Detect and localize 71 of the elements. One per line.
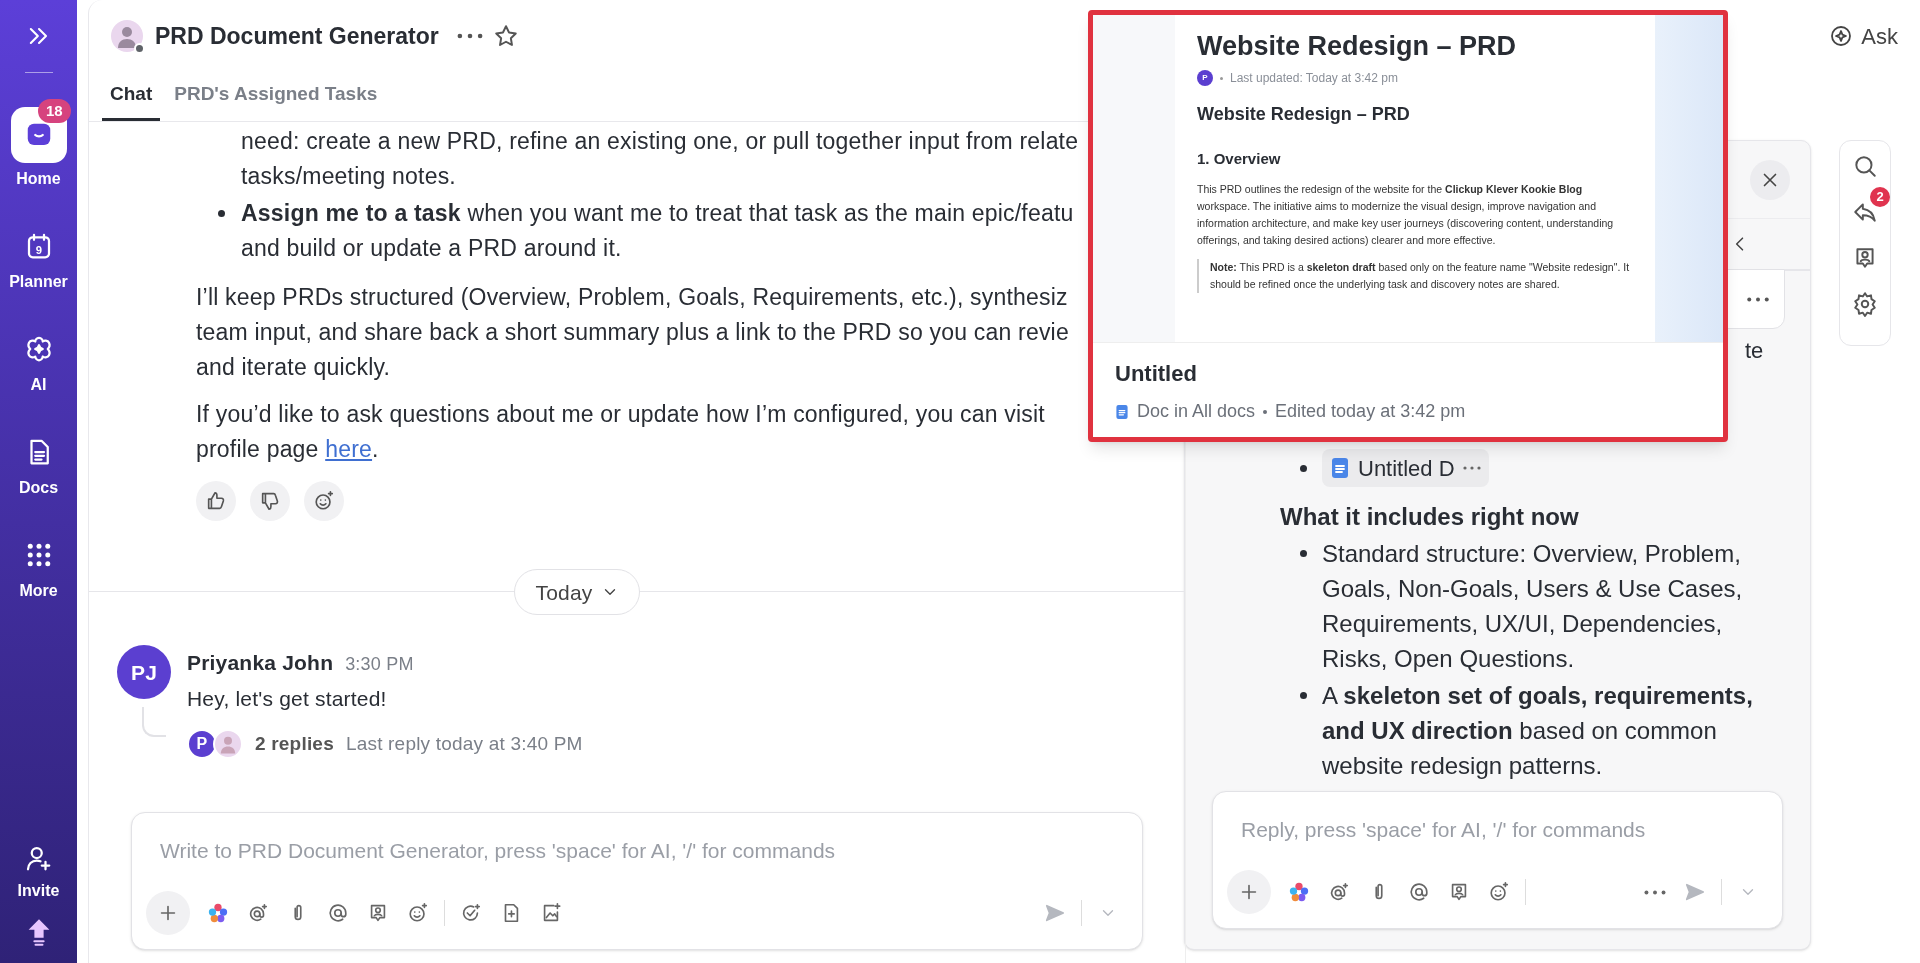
sidebar-item[interactable]: 9 Planner (0, 216, 77, 292)
settings-icon[interactable] (1852, 291, 1878, 317)
edited-time: Edited today at 3:42 pm (1275, 400, 1466, 423)
document-name: Untitled (1115, 360, 1198, 388)
emoji-plus-icon[interactable] (313, 490, 335, 512)
document-title: Website Redesign – PRD (1197, 30, 1518, 63)
sparkle-icon (1829, 24, 1854, 48)
document-icon (1115, 402, 1129, 421)
section-heading: What it includes right now (1280, 502, 1580, 532)
document-icon (1330, 457, 1350, 479)
notification-badge: 18 (38, 99, 71, 123)
more-icon (1462, 466, 1481, 470)
thread-connector-line (142, 707, 166, 737)
notification-badge: 2 (1870, 187, 1890, 207)
mention-sparkle-icon[interactable] (247, 902, 269, 924)
emoji-plus-icon[interactable] (407, 902, 429, 924)
sidebar-item[interactable]: More (0, 525, 77, 601)
bullet-point (1300, 692, 1307, 699)
emoji-plus-icon[interactable] (1488, 881, 1510, 903)
message-text: te (1745, 338, 1764, 363)
bullet-point (218, 210, 225, 217)
message-composer[interactable]: Write to PRD Document Generator, press 'space' for AI, '/' for commands (131, 812, 1143, 950)
sidebar-item[interactable]: Docs (0, 422, 77, 498)
more-icon[interactable] (1644, 889, 1666, 895)
document-paragraph: This PRD outlines the redesign of the website for the Clickup Klever Kookie Blog workspace. The initiative aims to modernize the visual design, improve navigation and information architecture, and make key user journeys (discovering content, understanding offerings, and taking desired actions) clearer and more effective. (1197, 181, 1615, 248)
thumbs-up-icon[interactable] (205, 490, 227, 512)
link[interactable]: here (325, 436, 373, 462)
document-location: Doc in All docs (1137, 400, 1256, 423)
tab[interactable]: PRD's Assigned Tasks (166, 79, 386, 121)
bullet-item: Standard structure: Overview, Problem, Goals, Non-Goals, Users & Use Cases, Requirements, UX/UI, Dependencies, Risks, Open Questions. (1322, 539, 1744, 674)
more-icon[interactable] (456, 33, 483, 39)
mention-sparkle-icon[interactable] (1328, 881, 1350, 903)
message-paragraph: If you’d like to ask questions about me or update how I’m configured, you can visit profile page here. (196, 400, 1045, 464)
agent-avatar (111, 20, 143, 52)
message-text: Hey, let's get started! (187, 686, 388, 712)
bullet-point (1300, 550, 1307, 557)
star-icon[interactable] (492, 23, 519, 49)
tab[interactable]: Chat (102, 79, 161, 121)
check-plus-icon[interactable] (460, 902, 482, 924)
timestamp: 3:30 PM (345, 653, 414, 676)
ask-button[interactable]: Ask (1829, 19, 1898, 53)
document-heading: Website Redesign – PRD (1197, 103, 1411, 126)
thumbs-down-icon[interactable] (259, 490, 281, 512)
invite-button[interactable]: Invite (17, 843, 60, 903)
bullet-item: need: create a new PRD, refine an existing one, or pull together input from relate tasks/meeting notes. (241, 127, 1079, 191)
section-heading: 1. Overview (1197, 149, 1282, 169)
at-sign-icon[interactable] (327, 902, 349, 924)
note-paragraph: Note: This PRD is a skeleton draft based only on the feature name "Website redesign". It should be refined once the underlying task and discovery notes are shared. (1197, 258, 1633, 293)
user-avatar: PJ (117, 645, 171, 699)
bullet-point (1300, 464, 1307, 472)
bullet-item: A skeleton set of goals, requirements, and UX direction based on common website redesign patterns. (1322, 681, 1754, 781)
author-name: Priyanka John (187, 650, 334, 676)
sidebar-item[interactable]: Home 18 (0, 97, 77, 189)
last-updated: Last updated: Today at 3:42 pm (1230, 70, 1398, 87)
sparkle-flower-icon[interactable] (1288, 881, 1310, 903)
message-input[interactable]: Reply, press 'space' for AI, '/' for commands (1213, 792, 1782, 846)
last-reply-time: Last reply today at 3:40 PM (345, 732, 583, 756)
channel-title: PRD Document Generator (155, 21, 439, 51)
message-input[interactable]: Write to PRD Document Generator, press 'space' for AI, '/' for commands (132, 813, 1142, 867)
sidebar-item[interactable]: AI (0, 319, 77, 395)
bullet-item: Assign me to a task when you want me to treat that task as the main epic/featu and build or update a PRD around it. (241, 199, 1074, 263)
reply-avatar: P (187, 728, 217, 759)
sparkle-flower-icon[interactable] (207, 902, 229, 924)
more-icon[interactable] (1746, 296, 1770, 302)
author-avatar: P (1197, 70, 1213, 86)
at-sign-icon[interactable] (1408, 881, 1430, 903)
file-chip[interactable]: Untitled D (1322, 449, 1489, 487)
search-icon[interactable] (1852, 153, 1878, 179)
message-composer[interactable]: Reply, press 'space' for AI, '/' for commands (1212, 791, 1783, 929)
message-paragraph: I’ll keep PRDs structured (Overview, Problem, Goals, Requirements, etc.), synthesiz team input, and share back a short summary plus a link to the PRD so you can revie and iterate quickly. (196, 283, 1069, 382)
replies-link[interactable]: 2 replies (255, 726, 334, 761)
